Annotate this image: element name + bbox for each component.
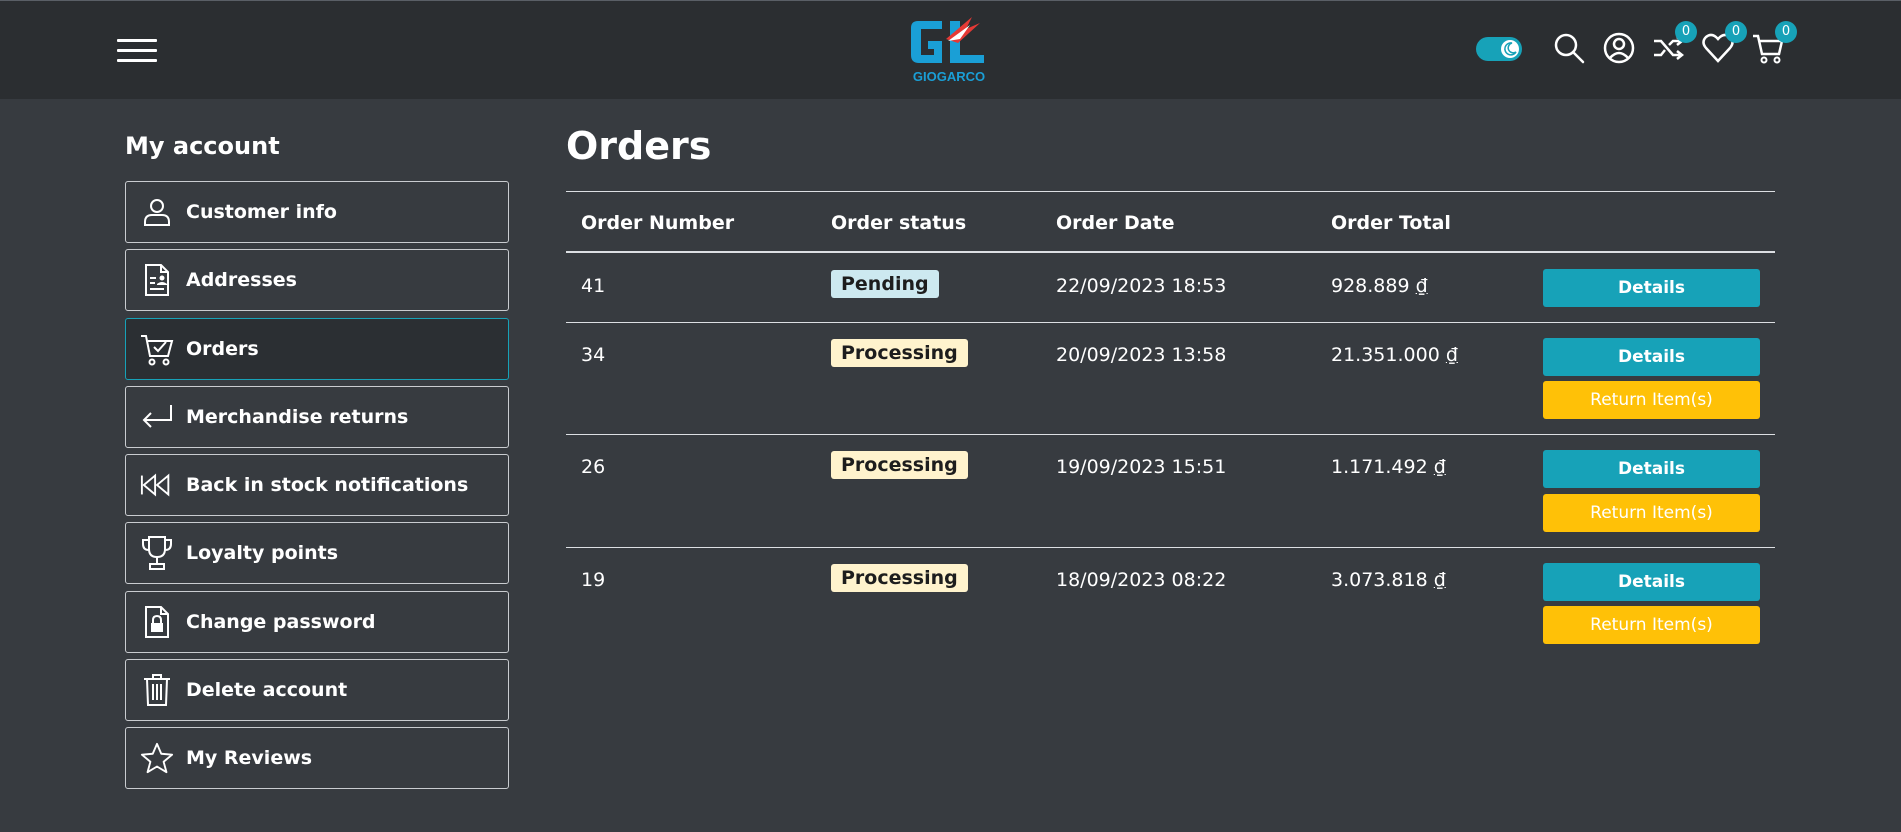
column-header-order-total: Order Total — [1331, 212, 1451, 234]
sidebar-item-addresses[interactable]: Addresses — [125, 249, 509, 311]
order-number: 34 — [581, 344, 606, 366]
order-total: 3.073.818 ₫ — [1331, 569, 1446, 591]
status-badge: Processing — [831, 564, 968, 592]
details-button[interactable]: Details — [1543, 450, 1760, 488]
sidebar-item-delete-account[interactable]: Delete account — [125, 659, 509, 721]
order-total-amount: 21.351.000 — [1331, 344, 1440, 366]
compare-icon[interactable]: 0 — [1651, 21, 1697, 65]
menu-icon[interactable] — [117, 37, 157, 65]
address-document-icon — [140, 263, 174, 297]
star-icon — [140, 741, 174, 775]
cart-count-badge: 0 — [1775, 21, 1797, 43]
sidebar-item-label: Addresses — [186, 269, 297, 291]
order-date: 22/09/2023 18:53 — [1056, 275, 1227, 297]
cart-icon[interactable]: 0 — [1751, 21, 1797, 65]
sidebar-item-label: Customer info — [186, 201, 337, 223]
status-badge: Processing — [831, 339, 968, 367]
details-button[interactable]: Details — [1543, 269, 1760, 307]
column-header-order-date: Order Date — [1056, 212, 1175, 234]
sidebar-title: My account — [125, 132, 280, 160]
site-header: GIOGARCO 0 0 0 — [0, 0, 1901, 99]
return-items-button[interactable]: Return Item(s) — [1543, 494, 1760, 532]
sidebar-item-orders[interactable]: Orders — [125, 318, 509, 380]
order-date: 18/09/2023 08:22 — [1056, 569, 1227, 591]
sidebar-item-loyalty-points[interactable]: Loyalty points — [125, 522, 509, 584]
order-date: 20/09/2023 13:58 — [1056, 344, 1227, 366]
sidebar-item-label: Delete account — [186, 679, 348, 701]
search-icon[interactable] — [1552, 31, 1586, 65]
order-number: 41 — [581, 275, 606, 297]
order-date: 19/09/2023 15:51 — [1056, 456, 1227, 478]
order-total: 1.171.492 ₫ — [1331, 456, 1446, 478]
sidebar-item-label: Loyalty points — [186, 542, 339, 564]
wishlist-count-badge: 0 — [1725, 21, 1747, 43]
table-header: Order Number Order status Order Date Ord… — [566, 191, 1775, 253]
logo-text: GIOGARCO — [912, 69, 986, 84]
order-total: 928.889 ₫ — [1331, 275, 1428, 297]
lock-file-icon — [140, 605, 174, 639]
logo-mark-icon — [911, 17, 984, 63]
currency-symbol: ₫ — [1445, 344, 1458, 366]
trash-icon — [140, 673, 174, 707]
currency-symbol: ₫ — [1415, 275, 1428, 297]
order-number: 19 — [581, 569, 606, 591]
sidebar-item-label: My Reviews — [186, 747, 313, 769]
table-row: 26 Processing 19/09/2023 15:51 1.171.492… — [566, 435, 1775, 548]
cart-check-icon — [140, 332, 174, 366]
sidebar-item-back-in-stock[interactable]: Back in stock notifications — [125, 454, 509, 516]
sidebar-item-label: Back in stock notifications — [186, 474, 469, 496]
rewind-icon — [140, 468, 174, 502]
details-button[interactable]: Details — [1543, 563, 1760, 601]
sidebar-item-customer-info[interactable]: Customer info — [125, 181, 509, 243]
sidebar-item-label: Orders — [186, 338, 259, 360]
table-row: 41 Pending 22/09/2023 18:53 928.889 ₫ De… — [566, 253, 1775, 323]
currency-symbol: ₫ — [1433, 569, 1446, 591]
order-total-amount: 928.889 — [1331, 275, 1410, 297]
details-button[interactable]: Details — [1543, 338, 1760, 376]
site-logo[interactable]: GIOGARCO — [908, 15, 990, 87]
wishlist-icon[interactable]: 0 — [1701, 21, 1747, 65]
trophy-icon — [140, 536, 174, 570]
status-badge: Processing — [831, 451, 968, 479]
order-total-amount: 1.171.492 — [1331, 456, 1428, 478]
compare-count-badge: 0 — [1675, 21, 1697, 43]
order-total: 21.351.000 ₫ — [1331, 344, 1458, 366]
user-icon — [140, 195, 174, 229]
dark-mode-toggle[interactable] — [1476, 37, 1522, 61]
moon-icon — [1501, 40, 1519, 58]
sidebar-item-label: Change password — [186, 611, 376, 633]
status-badge: Pending — [831, 270, 939, 298]
account-icon[interactable] — [1602, 31, 1636, 65]
sidebar-item-label: Merchandise returns — [186, 406, 409, 428]
sidebar-item-change-password[interactable]: Change password — [125, 591, 509, 653]
orders-table: Order Number Order status Order Date Ord… — [566, 191, 1775, 658]
sidebar-item-my-reviews[interactable]: My Reviews — [125, 727, 509, 789]
column-header-order-status: Order status — [831, 212, 967, 234]
currency-symbol: ₫ — [1433, 456, 1446, 478]
table-row: 19 Processing 18/09/2023 08:22 3.073.818… — [566, 548, 1775, 658]
order-total-amount: 3.073.818 — [1331, 569, 1428, 591]
order-number: 26 — [581, 456, 606, 478]
sidebar-item-merchandise-returns[interactable]: Merchandise returns — [125, 386, 509, 448]
page-title: Orders — [566, 124, 712, 168]
column-header-order-number: Order Number — [581, 212, 735, 234]
return-arrow-icon — [140, 400, 174, 434]
return-items-button[interactable]: Return Item(s) — [1543, 381, 1760, 419]
return-items-button[interactable]: Return Item(s) — [1543, 606, 1760, 644]
table-row: 34 Processing 20/09/2023 13:58 21.351.00… — [566, 323, 1775, 435]
